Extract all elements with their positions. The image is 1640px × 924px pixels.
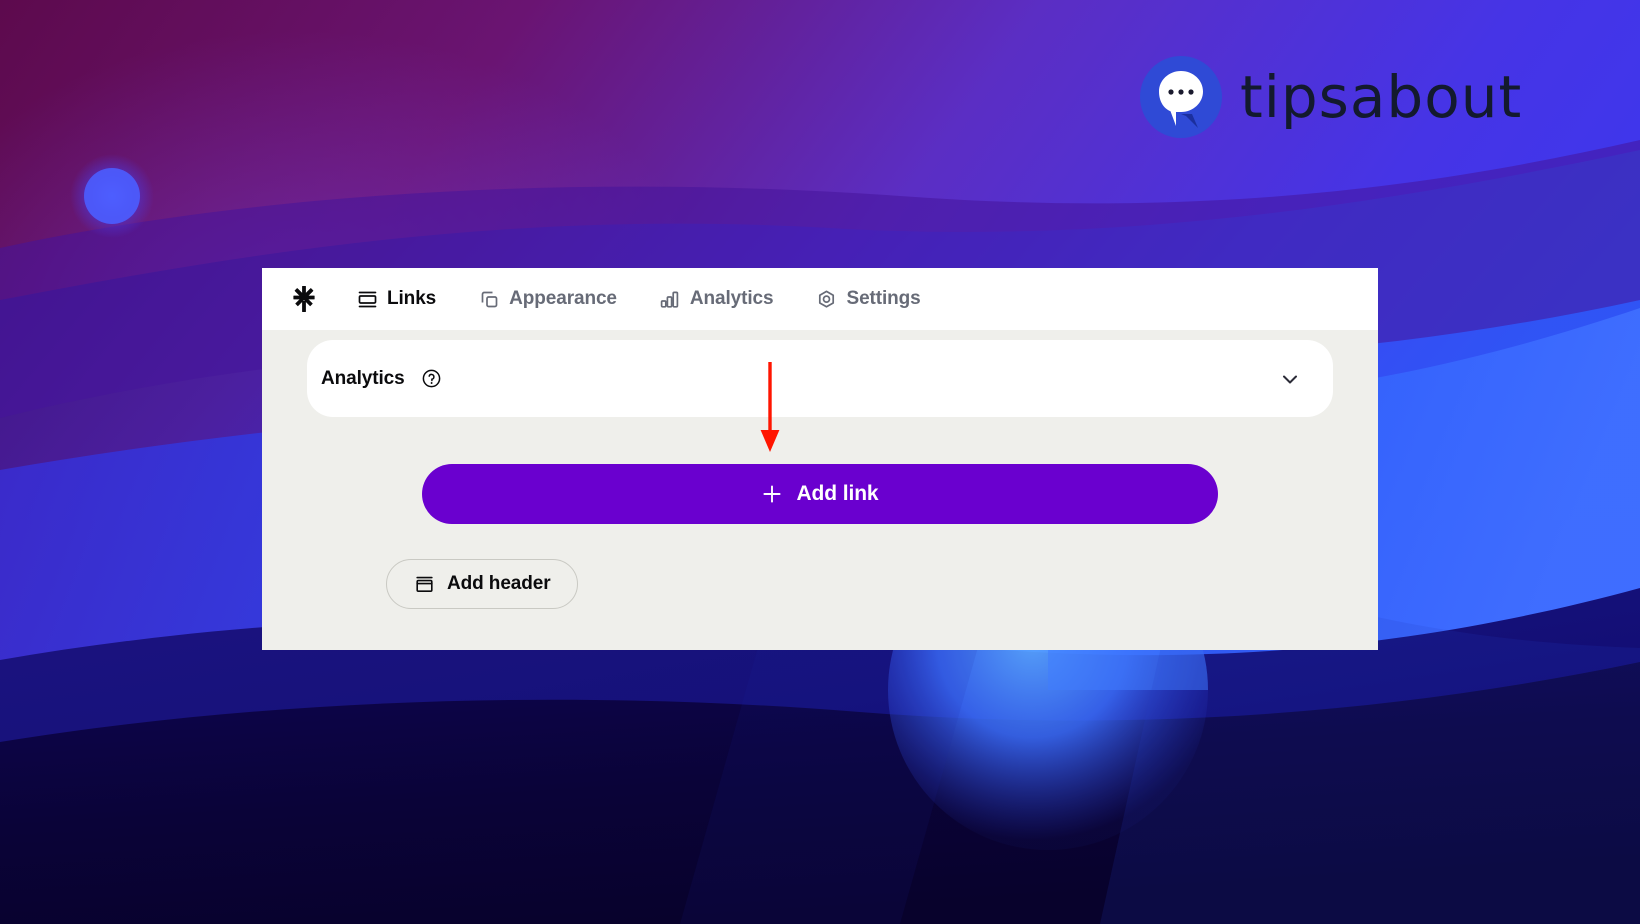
tab-settings-label: Settings: [846, 288, 921, 309]
brand-logo: tipsabout: [1140, 56, 1522, 138]
tab-appearance-label: Appearance: [509, 288, 617, 309]
linktree-asterisk-icon[interactable]: [276, 283, 332, 315]
analytics-panel-title: Analytics: [321, 367, 405, 389]
plus-icon: [761, 483, 783, 505]
tab-settings[interactable]: Settings: [802, 278, 935, 320]
tab-analytics-label: Analytics: [689, 288, 774, 309]
tab-analytics[interactable]: Analytics: [645, 278, 788, 320]
add-header-label: Add header: [447, 573, 551, 594]
appearance-icon: [478, 288, 500, 310]
analytics-panel[interactable]: Analytics: [307, 340, 1333, 417]
linktree-admin-card: Links Appearance Analytics Settings Anal…: [262, 268, 1378, 650]
add-link-button[interactable]: Add link: [422, 464, 1218, 524]
question-mark-circle-icon[interactable]: [421, 368, 443, 390]
add-link-label: Add link: [796, 482, 879, 505]
add-header-button[interactable]: Add header: [386, 559, 578, 609]
brand-name: tipsabout: [1240, 63, 1523, 131]
chevron-down-icon[interactable]: [1277, 366, 1303, 392]
tab-appearance[interactable]: Appearance: [464, 278, 631, 320]
header-block-icon: [413, 573, 435, 595]
page-background: tipsabout Links Appearance Analytics Set…: [0, 0, 1640, 924]
tab-links[interactable]: Links: [342, 278, 450, 320]
speech-bubble-icon: [1140, 56, 1222, 138]
links-icon: [356, 288, 378, 310]
app-body: Analytics Add link Add header: [262, 330, 1378, 650]
settings-icon: [816, 288, 838, 310]
analytics-icon: [659, 288, 681, 310]
tab-links-label: Links: [387, 288, 437, 309]
app-navigation-bar: Links Appearance Analytics Settings: [262, 268, 1378, 330]
